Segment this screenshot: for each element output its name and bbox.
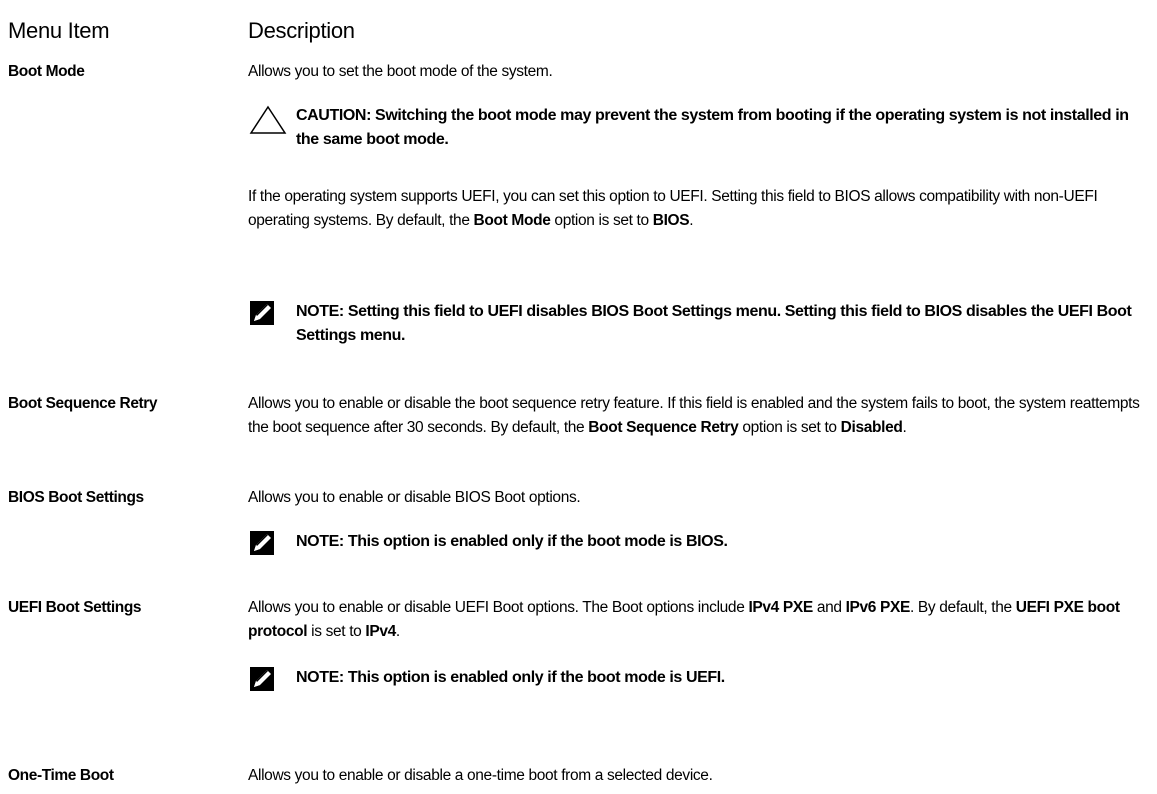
uefi-boot-settings-text-4: is set to	[307, 623, 366, 640]
boot-mode-details-bold-boot-mode: Boot Mode	[473, 212, 551, 229]
caution-callout: CAUTION: Switching the boot mode may pre…	[248, 105, 1148, 155]
note-text-bios-boot-settings: NOTE: This option is enabled only if the…	[296, 533, 728, 550]
boot-sequence-retry-text-mid: option is set to	[738, 419, 841, 436]
note-pencil-icon	[250, 667, 274, 696]
row-description-boot-sequence-retry: Allows you to enable or disable the boot…	[248, 392, 1148, 440]
row-description-one-time-boot: Allows you to enable or disable a one-ti…	[248, 767, 713, 784]
note-text-uefi-boot-settings: NOTE: This option is enabled only if the…	[296, 669, 725, 686]
row-label-boot-mode: Boot Mode	[8, 63, 85, 80]
note-text-boot-mode: NOTE: Setting this field to UEFI disable…	[296, 303, 1132, 344]
uefi-boot-settings-text-1: Allows you to enable or disable UEFI Boo…	[248, 599, 749, 616]
document-page: Menu Item Description Boot Mode Allows y…	[0, 0, 1157, 794]
note-callout-uefi-boot-settings: NOTE: This option is enabled only if the…	[248, 666, 1148, 696]
boot-mode-details: If the operating system supports UEFI, y…	[248, 185, 1148, 233]
uefi-boot-settings-text-3: . By default, the	[910, 599, 1016, 616]
row-label-one-time-boot: One-Time Boot	[8, 767, 114, 784]
note-callout-bios-boot-settings: NOTE: This option is enabled only if the…	[248, 530, 1148, 560]
row-description-boot-mode: Allows you to set the boot mode of the s…	[248, 63, 553, 80]
boot-mode-details-bold-bios: BIOS	[652, 212, 690, 229]
uefi-boot-settings-bold-ipv6-pxe: IPv6 PXE	[845, 599, 911, 616]
note-pencil-icon	[250, 301, 274, 330]
row-label-uefi-boot-settings: UEFI Boot Settings	[8, 599, 142, 616]
uefi-boot-settings-bold-ipv4-pxe: IPv4 PXE	[748, 599, 813, 616]
boot-sequence-retry-bold-disabled: Disabled	[840, 419, 903, 436]
uefi-boot-settings-text-2: and	[812, 599, 846, 616]
caution-triangle-icon	[248, 105, 288, 140]
row-label-bios-boot-settings: BIOS Boot Settings	[8, 489, 144, 506]
note-pencil-icon	[250, 531, 274, 560]
column-header-description: Description	[248, 18, 355, 43]
caution-text: CAUTION: Switching the boot mode may pre…	[296, 107, 1129, 148]
boot-sequence-retry-bold-name: Boot Sequence Retry	[588, 419, 739, 436]
row-description-bios-boot-settings: Allows you to enable or disable BIOS Boo…	[248, 489, 581, 506]
boot-mode-details-text-end: .	[689, 212, 694, 229]
row-label-boot-sequence-retry: Boot Sequence Retry	[8, 395, 158, 412]
boot-mode-details-text-mid: option is set to	[550, 212, 653, 229]
row-description-uefi-boot-settings: Allows you to enable or disable UEFI Boo…	[248, 596, 1148, 644]
note-callout-boot-mode: NOTE: Setting this field to UEFI disable…	[248, 300, 1148, 350]
uefi-boot-settings-text-5: .	[395, 623, 400, 640]
boot-sequence-retry-text-end: .	[902, 419, 907, 436]
uefi-boot-settings-bold-ipv4: IPv4	[365, 623, 396, 640]
column-header-menu-item: Menu Item	[8, 18, 110, 43]
